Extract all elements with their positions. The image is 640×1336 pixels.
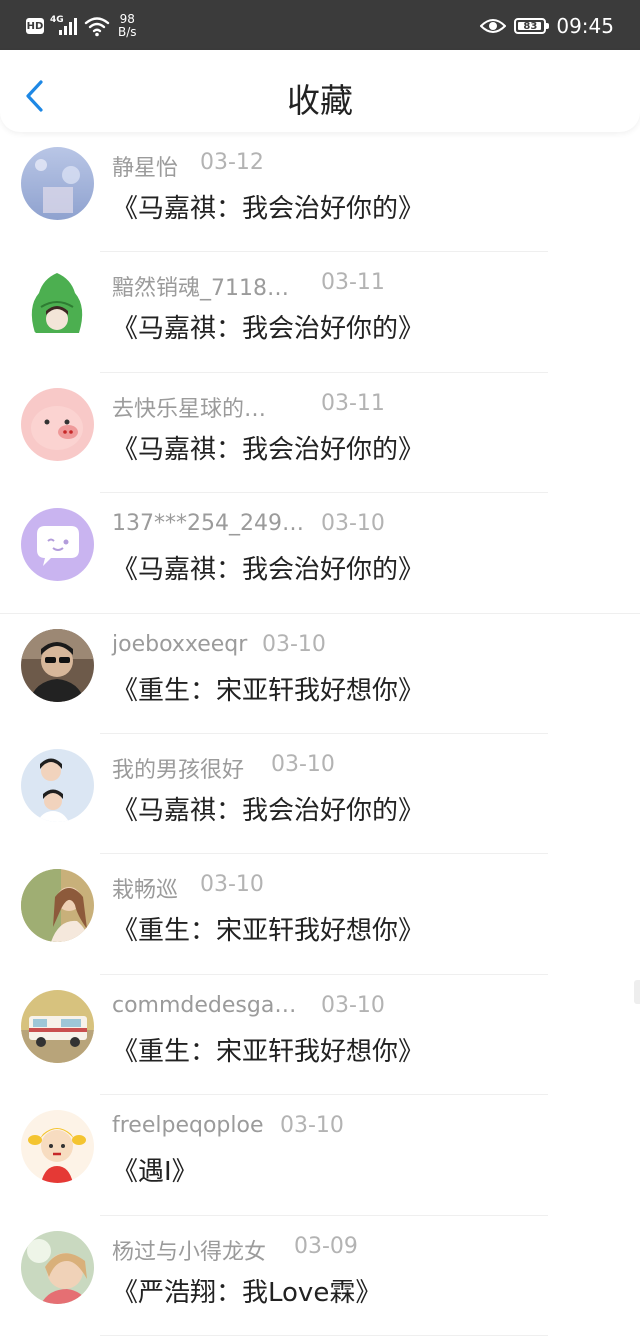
avatar[interactable] <box>21 748 94 822</box>
clock: 09:45 <box>556 14 614 38</box>
date: 03-11 <box>321 270 385 296</box>
list-item[interactable]: 杨过与小得龙女 03-09 《严浩翔：我Love霖》 <box>0 1216 640 1336</box>
list-item[interactable]: 黯然销魂_7118… 03-11 《马嘉祺：我会治好你的》 <box>0 252 640 373</box>
eye-comfort-icon <box>480 19 507 33</box>
date: 03-12 <box>200 150 264 175</box>
username: 黯然销魂_7118… <box>112 276 289 302</box>
username: 我的男孩很好 <box>112 757 245 783</box>
story-title: 《马嘉祺：我会治好你的》 <box>112 194 425 224</box>
list-item[interactable]: 137***254_249… 03-10 《马嘉祺：我会治好你的》 <box>0 493 640 614</box>
story-title: 《马嘉祺：我会治好你的》 <box>112 795 425 826</box>
story-title: 《马嘉祺：我会治好你的》 <box>112 314 425 345</box>
nav-bar: 收藏 <box>0 50 640 132</box>
list-item[interactable]: 去快乐星球的… 03-11 《马嘉祺：我会治好你的》 <box>0 373 640 494</box>
avatar[interactable] <box>21 989 94 1063</box>
story-title: 《遇Ⅰ》 <box>112 1157 198 1188</box>
date: 03-10 <box>321 992 385 1018</box>
cellular-signal-icon: 4G <box>50 15 80 37</box>
status-left: HD 4G 98 B/s <box>26 12 137 40</box>
favorites-list: 静星怡 03-12 《马嘉祺：我会治好你的》 黯然销魂_7118… 03-11 … <box>0 132 640 1336</box>
story-title: 《重生：宋亚轩我好想你》 <box>112 916 425 947</box>
scroll-indicator[interactable] <box>634 980 640 1004</box>
list-item[interactable]: joeboxxeeqr 03-10 《重生：宋亚轩我好想你》 <box>0 614 640 734</box>
list-item[interactable]: 栽畅巡 03-10 《重生：宋亚轩我好想你》 <box>0 854 640 975</box>
date: 03-10 <box>200 872 264 898</box>
wifi-icon <box>84 17 110 37</box>
date: 03-09 <box>294 1233 358 1259</box>
story-title: 《马嘉祺：我会治好你的》 <box>112 555 425 586</box>
battery-icon: 83 <box>514 18 550 34</box>
list-item[interactable]: commdedesga… 03-10 《重生：宋亚轩我好想你》 <box>0 975 640 1096</box>
date: 03-11 <box>321 390 385 416</box>
avatar[interactable] <box>21 267 94 341</box>
battery-level: 83 <box>523 20 538 32</box>
avatar[interactable] <box>21 628 94 702</box>
list-item[interactable]: freelpeqoploe 03-10 《遇Ⅰ》 <box>0 1095 640 1216</box>
username: joeboxxeeqr <box>112 631 248 657</box>
network-speed: 98 B/s <box>118 13 137 39</box>
date: 03-10 <box>280 1113 344 1139</box>
avatar[interactable] <box>21 1110 94 1184</box>
username: freelpeqoploe <box>112 1113 264 1139</box>
status-right: 83 09:45 <box>480 12 614 40</box>
network-speed-unit: B/s <box>118 25 137 39</box>
list-item[interactable]: 我的男孩很好 03-10 《马嘉祺：我会治好你的》 <box>0 734 640 855</box>
username: 137***254_249… <box>112 511 304 537</box>
story-title: 《重生：宋亚轩我好想你》 <box>112 675 425 706</box>
status-bar: HD 4G 98 B/s 83 09:45 <box>0 0 640 50</box>
date: 03-10 <box>321 511 385 537</box>
username: 杨过与小得龙女 <box>112 1239 267 1265</box>
username: commdedesga… <box>112 992 297 1018</box>
username: 静星怡 <box>112 156 179 181</box>
date: 03-10 <box>271 751 335 777</box>
avatar[interactable] <box>21 508 94 582</box>
page-title: 收藏 <box>287 81 353 120</box>
avatar[interactable] <box>21 147 94 220</box>
username: 栽畅巡 <box>112 878 179 904</box>
avatar[interactable] <box>21 387 94 461</box>
date: 03-10 <box>262 631 326 657</box>
story-title: 《重生：宋亚轩我好想你》 <box>112 1036 425 1067</box>
hd-icon: HD <box>26 18 44 34</box>
story-title: 《严浩翔：我Love霖》 <box>112 1277 382 1308</box>
list-item[interactable]: 静星怡 03-12 《马嘉祺：我会治好你的》 <box>0 132 640 253</box>
avatar[interactable] <box>21 1230 94 1304</box>
story-title: 《马嘉祺：我会治好你的》 <box>112 434 425 465</box>
username: 去快乐星球的… <box>112 396 267 422</box>
avatar[interactable] <box>21 869 94 943</box>
